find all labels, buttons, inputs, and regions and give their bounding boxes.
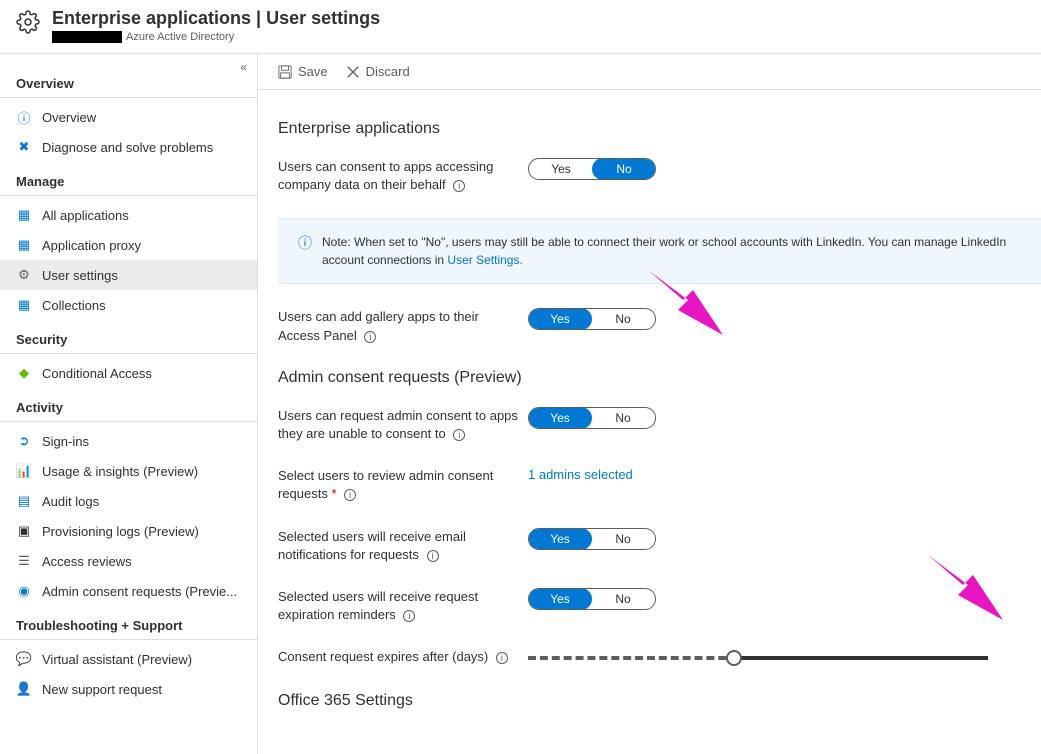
reviews-icon: ☰	[16, 553, 32, 569]
gallery-apps-label: Users can add gallery apps to their Acce…	[278, 308, 528, 344]
assistant-icon: 💬	[16, 651, 32, 667]
info-icon[interactable]: i	[427, 550, 439, 562]
office-settings-heading: Office 365 Settings	[278, 692, 1041, 710]
toggle-no[interactable]: No	[592, 158, 656, 180]
expires-after-label: Consent request expires after (days) i	[278, 648, 528, 666]
user-consent-label: Users can consent to apps accessing comp…	[278, 158, 528, 194]
log-icon: ▤	[16, 493, 32, 509]
sidebar-section-overview: Overview	[0, 68, 257, 98]
expiration-reminder-label: Selected users will receive request expi…	[278, 588, 528, 624]
sidebar-item-app-proxy[interactable]: ▦Application proxy	[0, 230, 257, 260]
sidebar-section-security: Security	[0, 324, 257, 354]
admin-consent-heading: Admin consent requests (Preview)	[278, 369, 1041, 387]
toggle-yes[interactable]: Yes	[528, 308, 592, 330]
slider-thumb[interactable]	[726, 650, 742, 666]
sidebar: « Overview ⓘOverview ✖Diagnose and solve…	[0, 54, 258, 754]
redacted-tenant	[52, 31, 122, 43]
discard-button[interactable]: Discard	[346, 64, 410, 79]
support-icon: 👤	[16, 681, 32, 697]
toggle-yes[interactable]: Yes	[529, 159, 593, 179]
save-icon	[278, 65, 292, 79]
sidebar-item-support[interactable]: 👤New support request	[0, 674, 257, 704]
user-settings-link[interactable]: User Settings.	[447, 253, 522, 267]
sidebar-item-collections[interactable]: ▦Collections	[0, 290, 257, 320]
enterprise-apps-heading: Enterprise applications	[278, 120, 1041, 138]
proxy-icon: ▦	[16, 237, 32, 253]
toggle-yes[interactable]: Yes	[528, 407, 592, 429]
sidebar-item-provisioning[interactable]: ▣Provisioning logs (Preview)	[0, 516, 257, 546]
sidebar-item-diagnose[interactable]: ✖Diagnose and solve problems	[0, 132, 257, 162]
sidebar-item-audit[interactable]: ▤Audit logs	[0, 486, 257, 516]
sidebar-item-usage[interactable]: 📊Usage & insights (Preview)	[0, 456, 257, 486]
sidebar-item-user-settings[interactable]: ⚙User settings	[0, 260, 257, 290]
expires-slider[interactable]	[528, 648, 988, 668]
toggle-no[interactable]: No	[591, 408, 655, 428]
sidebar-item-access-reviews[interactable]: ☰Access reviews	[0, 546, 257, 576]
gear-icon	[16, 10, 40, 37]
signin-icon: ➲	[16, 433, 32, 449]
chart-icon: 📊	[16, 463, 32, 479]
info-icon[interactable]: i	[453, 429, 465, 441]
sidebar-item-conditional-access[interactable]: ◆Conditional Access	[0, 358, 257, 388]
email-notif-label: Selected users will receive email notifi…	[278, 528, 528, 564]
info-icon: ⓘ	[298, 233, 312, 269]
admins-selected-link[interactable]: 1 admins selected	[528, 467, 633, 482]
provisioning-icon: ▣	[16, 523, 32, 539]
shield-icon: ◆	[16, 365, 32, 381]
page-header: Enterprise applications | User settings …	[0, 0, 1041, 54]
save-button[interactable]: Save	[278, 64, 328, 79]
select-users-label: Select users to review admin consent req…	[278, 467, 528, 503]
sidebar-item-overview[interactable]: ⓘOverview	[0, 102, 257, 132]
toggle-yes[interactable]: Yes	[528, 528, 592, 550]
info-icon[interactable]: i	[344, 489, 356, 501]
gear-icon: ⚙	[16, 267, 32, 283]
sidebar-item-sign-ins[interactable]: ➲Sign-ins	[0, 426, 257, 456]
toggle-no[interactable]: No	[591, 529, 655, 549]
user-consent-toggle[interactable]: Yes No	[528, 158, 656, 180]
page-subtitle: Azure Active Directory	[126, 31, 234, 43]
linkedin-note: ⓘ Note: When set to "No", users may stil…	[278, 218, 1041, 284]
info-icon: ⓘ	[16, 109, 32, 125]
consent-icon: ◉	[16, 583, 32, 599]
collapse-sidebar-icon[interactable]: «	[240, 60, 247, 74]
sidebar-section-trouble: Troubleshooting + Support	[0, 610, 257, 640]
info-icon[interactable]: i	[364, 331, 376, 343]
sidebar-section-activity: Activity	[0, 392, 257, 422]
info-icon[interactable]: i	[496, 652, 508, 664]
gallery-apps-toggle[interactable]: Yes No	[528, 308, 656, 330]
email-notif-toggle[interactable]: Yes No	[528, 528, 656, 550]
discard-icon	[346, 65, 360, 79]
admin-request-label: Users can request admin consent to apps …	[278, 407, 528, 443]
sidebar-item-admin-consent[interactable]: ◉Admin consent requests (Previe...	[0, 576, 257, 606]
toggle-yes[interactable]: Yes	[528, 588, 592, 610]
toolbar: Save Discard	[258, 54, 1041, 90]
grid-icon: ▦	[16, 207, 32, 223]
info-icon[interactable]: i	[453, 180, 465, 192]
page-title: Enterprise applications | User settings	[52, 8, 380, 29]
expiration-reminder-toggle[interactable]: Yes No	[528, 588, 656, 610]
sidebar-section-manage: Manage	[0, 166, 257, 196]
admin-request-toggle[interactable]: Yes No	[528, 407, 656, 429]
sidebar-item-virtual[interactable]: 💬Virtual assistant (Preview)	[0, 644, 257, 674]
main-content: Save Discard Enterprise applications Use…	[258, 54, 1041, 754]
toggle-no[interactable]: No	[591, 309, 655, 329]
wrench-icon: ✖	[16, 139, 32, 155]
sidebar-item-all-apps[interactable]: ▦All applications	[0, 200, 257, 230]
toggle-no[interactable]: No	[591, 589, 655, 609]
collections-icon: ▦	[16, 297, 32, 313]
info-icon[interactable]: i	[403, 610, 415, 622]
